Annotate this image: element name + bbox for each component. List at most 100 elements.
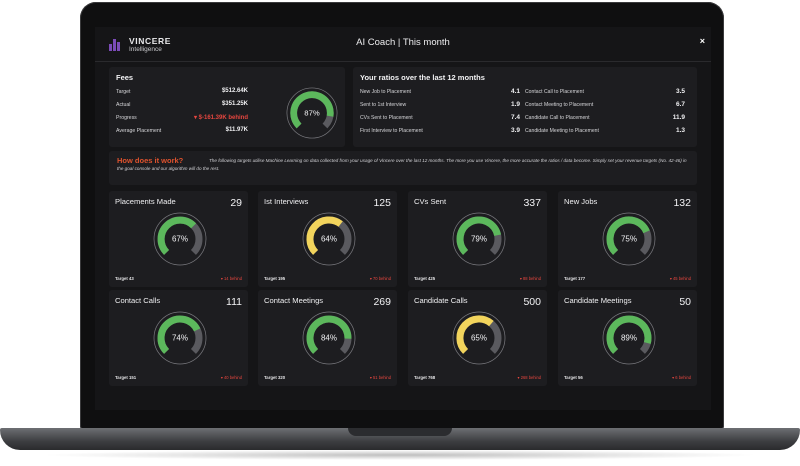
ratio-label: Contact Call to Placement	[525, 89, 584, 95]
ratios-heading: Your ratios over the last 12 months	[360, 73, 485, 82]
ratio-label: New Job to Placement	[360, 89, 411, 95]
ratio-label: CVs Sent to Placement	[360, 115, 413, 121]
gauge-label: 89%	[621, 334, 637, 343]
metric-gauge: 79%	[452, 212, 506, 266]
metric-count: 29	[230, 197, 242, 209]
gauge-label: 75%	[621, 235, 637, 244]
ratios-panel: Your ratios over the last 12 months New …	[353, 67, 697, 147]
metric-card[interactable]: Contact Calls 111 74% Target 151 ▾ 40 behind	[109, 290, 248, 386]
fee-value: $512.64K	[221, 88, 248, 94]
fee-value: $351.25K	[221, 101, 248, 107]
metric-target: Target 151	[115, 375, 137, 380]
metric-name: Candidate Meetings	[564, 296, 632, 305]
fee-label: Progress	[116, 115, 137, 121]
metric-count: 111	[226, 296, 242, 308]
fee-label: Actual	[116, 102, 131, 108]
ratio-row: Contact Meeting to Placement 6.7	[525, 100, 685, 110]
ratio-value: 7.4	[510, 114, 520, 121]
fee-label: Average Placement	[116, 128, 162, 134]
metric-count: 337	[523, 197, 541, 209]
how-it-works-banner: How does it work? The following targets …	[109, 151, 697, 185]
metric-gauge: 65%	[452, 311, 506, 365]
metric-status: ▾ 268 behind	[517, 375, 541, 380]
gauge-label: 87%	[304, 108, 320, 117]
ratio-value: 6.7	[675, 101, 685, 108]
ratio-row: Contact Call to Placement 3.5	[525, 87, 685, 97]
ratio-label: Sent to 1st Interview	[360, 102, 407, 108]
gauge-label: 65%	[471, 334, 487, 343]
metric-count: 500	[523, 296, 541, 308]
fee-value: $11.97K	[225, 127, 248, 133]
metric-name: Contact Meetings	[264, 296, 324, 305]
ratio-value: 1.3	[675, 127, 685, 134]
metric-status: ▾ 70 behind	[369, 276, 391, 281]
ratio-value: 11.9	[672, 114, 685, 121]
ratio-row: New Job to Placement 4.1	[360, 87, 520, 97]
fees-heading: Fees	[116, 73, 134, 82]
metric-name: CVs Sent	[414, 197, 447, 206]
screen: VINCERE Intelligence AI Coach | This mon…	[95, 27, 711, 410]
fee-row-average-placement: Average Placement $11.97K	[116, 126, 248, 136]
ratio-row: Candidate Meeting to Placement 1.3	[525, 126, 685, 136]
fee-row-target: Target $512.64K	[116, 87, 248, 97]
metric-gauge: 89%	[602, 311, 656, 365]
ratio-row: CVs Sent to Placement 7.4	[360, 113, 520, 123]
fee-row-progress: Progress ▾ $-161.39K behind	[116, 113, 248, 123]
metric-status: ▾ 6 behind	[672, 375, 691, 380]
metric-gauge: 84%	[302, 311, 356, 365]
metric-card[interactable]: Contact Meetings 269 84% Target 320 ▾ 51 beh…	[258, 290, 397, 386]
gauge-label: 64%	[321, 235, 337, 244]
fees-panel: Fees Target $512.64K Actual $351.25K Pro…	[109, 67, 345, 147]
metric-gauge: 75%	[602, 212, 656, 266]
metric-card[interactable]: New Jobs 132 75% Target 177 ▾ 45 behind	[558, 191, 697, 287]
metric-name: Candidate Calls	[414, 296, 468, 305]
ratio-label: Candidate Call to Placement	[525, 115, 590, 121]
metric-gauge: 64%	[302, 212, 356, 266]
metric-status: ▾ 14 behind	[220, 276, 242, 281]
metric-name: Ist Interviews	[264, 197, 309, 206]
ratio-row: Sent to 1st Interview 1.9	[360, 100, 520, 110]
metric-count: 50	[679, 296, 691, 308]
how-it-works-text: The following targets utilise Machine Le…	[117, 157, 691, 173]
metric-card[interactable]: Placements Made 29 67% Target 43 ▾ 14 behind	[109, 191, 248, 287]
metric-target: Target 425	[414, 276, 436, 281]
fees-gauge: 87%	[286, 87, 338, 139]
gauge-label: 74%	[172, 334, 188, 343]
laptop-shadow	[40, 450, 760, 460]
close-icon[interactable]: ×	[700, 36, 705, 46]
metric-name: New Jobs	[564, 197, 598, 206]
gauge-label: 84%	[321, 334, 337, 343]
fee-row-actual: Actual $351.25K	[116, 100, 248, 110]
metric-card[interactable]: Candidate Calls 500 65% Target 768 ▾ 268 beh…	[408, 290, 547, 386]
gauge-label: 67%	[172, 235, 188, 244]
metric-gauge: 74%	[153, 311, 207, 365]
how-it-works-body: The following targets utilise Machine Le…	[117, 158, 687, 171]
ratio-value: 3.5	[675, 88, 685, 95]
metric-card[interactable]: Ist Interviews 125 64% Target 195 ▾ 70 behin…	[258, 191, 397, 287]
fee-value: ▾ $-161.39K behind	[193, 115, 248, 121]
metric-gauge: 67%	[153, 212, 207, 266]
metric-card[interactable]: Candidate Meetings 50 89% Target 56 ▾ 6 behi…	[558, 290, 697, 386]
top-bar: VINCERE Intelligence AI Coach | This mon…	[95, 27, 711, 62]
metric-count: 125	[373, 197, 391, 209]
ratio-row: First Interview to Placement 3.9	[360, 126, 520, 136]
metric-target: Target 768	[414, 375, 436, 380]
metric-status: ▾ 40 behind	[220, 375, 242, 380]
metric-status: ▾ 88 behind	[519, 276, 541, 281]
metric-status: ▾ 45 behind	[669, 276, 691, 281]
metric-target: Target 43	[115, 276, 134, 281]
page-title: AI Coach | This month	[356, 37, 450, 48]
metric-target: Target 195	[264, 276, 286, 281]
ratio-value: 1.9	[510, 101, 520, 108]
ratio-label: Contact Meeting to Placement	[525, 102, 594, 108]
metric-card[interactable]: CVs Sent 337 79% Target 425 ▾ 88 behind	[408, 191, 547, 287]
laptop-notch	[348, 428, 452, 436]
metric-target: Target 177	[564, 276, 586, 281]
metric-count: 269	[373, 296, 391, 308]
ratio-value: 4.1	[510, 88, 520, 95]
metric-target: Target 320	[264, 375, 286, 380]
metric-count: 132	[673, 197, 691, 209]
metric-name: Contact Calls	[115, 296, 161, 305]
fee-label: Target	[116, 89, 131, 95]
metric-status: ▾ 51 behind	[369, 375, 391, 380]
